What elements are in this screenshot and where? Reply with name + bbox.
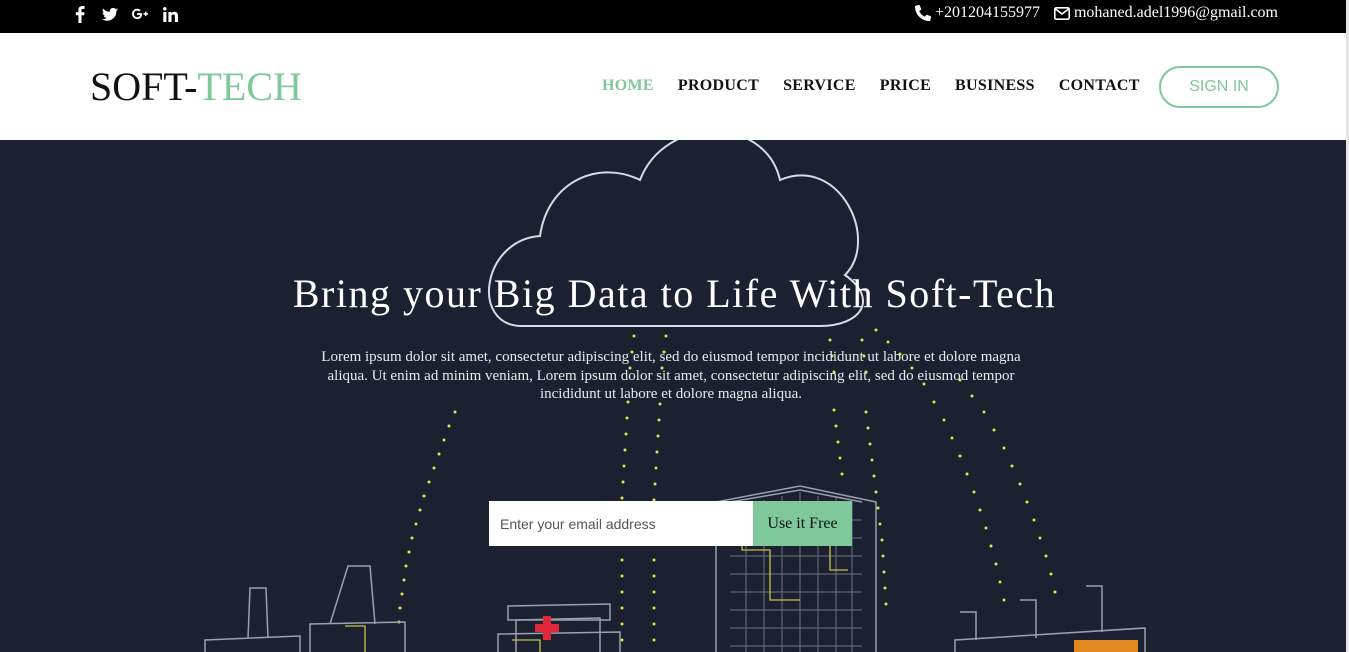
top-bar: +201204155977 mohaned.adel1996@gmail.com [0,0,1349,33]
signup-form: Use it Free [489,501,852,546]
email-input[interactable] [489,501,753,546]
nav-item-service[interactable]: SERVICE [783,77,856,95]
email-item: mohaned.adel1996@gmail.com [1053,4,1278,22]
twitter-icon[interactable] [102,5,118,23]
nav-item-product[interactable]: PRODUCT [678,77,759,95]
linkedin-icon[interactable] [162,5,178,23]
logo[interactable]: SOFT-TECH [90,63,302,111]
hero-title: Bring your Big Data to Life With Soft-Te… [292,271,1057,316]
use-it-free-button[interactable]: Use it Free [753,501,852,546]
contact-info: +201204155977 mohaned.adel1996@gmail.com [914,4,1278,22]
social-links [72,5,178,23]
main-navbar: SOFT-TECH HOME PRODUCT SERVICE PRICE BUS… [0,33,1349,140]
email-address[interactable]: mohaned.adel1996@gmail.com [1074,4,1278,22]
phone-number: +201204155977 [934,4,1040,21]
sign-in-button[interactable]: SIGN IN [1159,66,1279,108]
nav-item-price[interactable]: PRICE [880,77,931,95]
hero-description: Lorem ipsum dolor sit amet, consectetur … [321,349,1021,402]
logo-main: SOFT- [90,64,198,109]
phone-icon [914,5,931,21]
phone-item: +201204155977 [914,4,1040,22]
google-plus-icon[interactable] [132,5,148,23]
nav-item-home[interactable]: HOME [602,77,654,95]
facebook-icon[interactable] [72,5,88,23]
hero-section: Bring your Big Data to Life With Soft-Te… [0,140,1349,652]
nav-item-contact[interactable]: CONTACT [1059,77,1140,95]
envelope-icon [1053,6,1070,20]
logo-accent: TECH [197,64,302,109]
nav-menu: HOME PRODUCT SERVICE PRICE BUSINESS CONT… [602,77,1140,95]
nav-item-business[interactable]: BUSINESS [955,77,1035,95]
